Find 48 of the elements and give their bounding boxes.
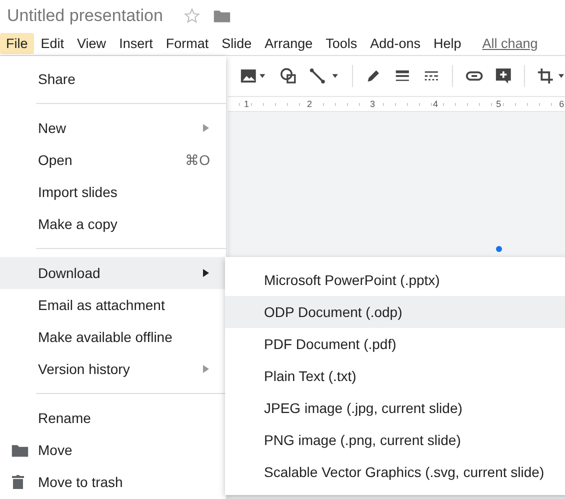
menu-tab[interactable]: Format: [160, 33, 215, 54]
menu-item[interactable]: Share: [0, 63, 226, 95]
menu-tab[interactable]: Edit: [34, 33, 70, 54]
submenu-item[interactable]: New: [0, 112, 226, 144]
shape-icon[interactable]: [280, 67, 297, 85]
menu-tab[interactable]: Help: [427, 33, 468, 54]
menu-item[interactable]: PNG image (.png, current slide): [225, 424, 565, 456]
selection-handle[interactable]: [496, 246, 502, 252]
menu-tab[interactable]: File: [0, 33, 34, 54]
menu-tab[interactable]: Add-ons: [364, 33, 426, 54]
menu-item[interactable]: Make available offline: [0, 321, 226, 353]
menu-item[interactable]: ODP Document (.odp): [225, 296, 565, 328]
ruler-number: 3: [369, 99, 376, 109]
menu-item[interactable]: Email as attachment: [0, 289, 226, 321]
menu-item[interactable]: Open ⌘O: [0, 144, 226, 176]
menu-item[interactable]: Microsoft PowerPoint (.pptx): [225, 264, 565, 296]
ruler-number: 1: [243, 99, 250, 109]
menu-tab[interactable]: Insert: [113, 33, 159, 54]
menu-item[interactable]: Scalable Vector Graphics (.svg, current slide): [225, 456, 565, 488]
menu-item[interactable]: Make a copy: [0, 208, 226, 240]
submenu-item[interactable]: Download: [0, 257, 226, 289]
ruler-number: 2: [306, 99, 314, 109]
menu-tab[interactable]: Tools: [320, 33, 364, 54]
star-icon[interactable]: [182, 7, 201, 25]
menu-item[interactable]: PDF Document (.pdf): [225, 328, 565, 360]
ruler-number: 5: [495, 99, 502, 109]
save-status-link[interactable]: All chang: [482, 36, 538, 51]
menu-item[interactable]: Plain Text (.txt): [225, 360, 565, 392]
menu-item[interactable]: JPEG image (.jpg, current slide): [225, 392, 565, 424]
menu-item[interactable]: Import slides: [0, 176, 226, 208]
menu-item[interactable]: Rename: [0, 402, 226, 434]
folder-icon[interactable]: [212, 8, 231, 24]
shortcut-text: ⌘O: [185, 152, 210, 168]
trash-icon: [11, 474, 25, 490]
image-icon[interactable]: [240, 67, 268, 85]
line-icon[interactable]: [308, 67, 340, 85]
crop-icon[interactable]: [537, 67, 565, 85]
menu-tab[interactable]: View: [71, 33, 112, 54]
submenu-item[interactable]: Version history: [0, 353, 226, 385]
menu-tab[interactable]: Arrange: [258, 33, 319, 54]
menu-item[interactable]: Move to trash: [0, 466, 226, 498]
menu-item[interactable]: Move: [0, 434, 226, 466]
menu-tab[interactable]: Slide: [216, 33, 258, 54]
add-comment-icon[interactable]: [495, 67, 512, 85]
ruler-number: 6: [558, 99, 565, 109]
ruler-number: 4: [432, 99, 440, 109]
document-title[interactable]: Untitled presentation: [7, 6, 163, 26]
folder-icon: [11, 442, 29, 458]
